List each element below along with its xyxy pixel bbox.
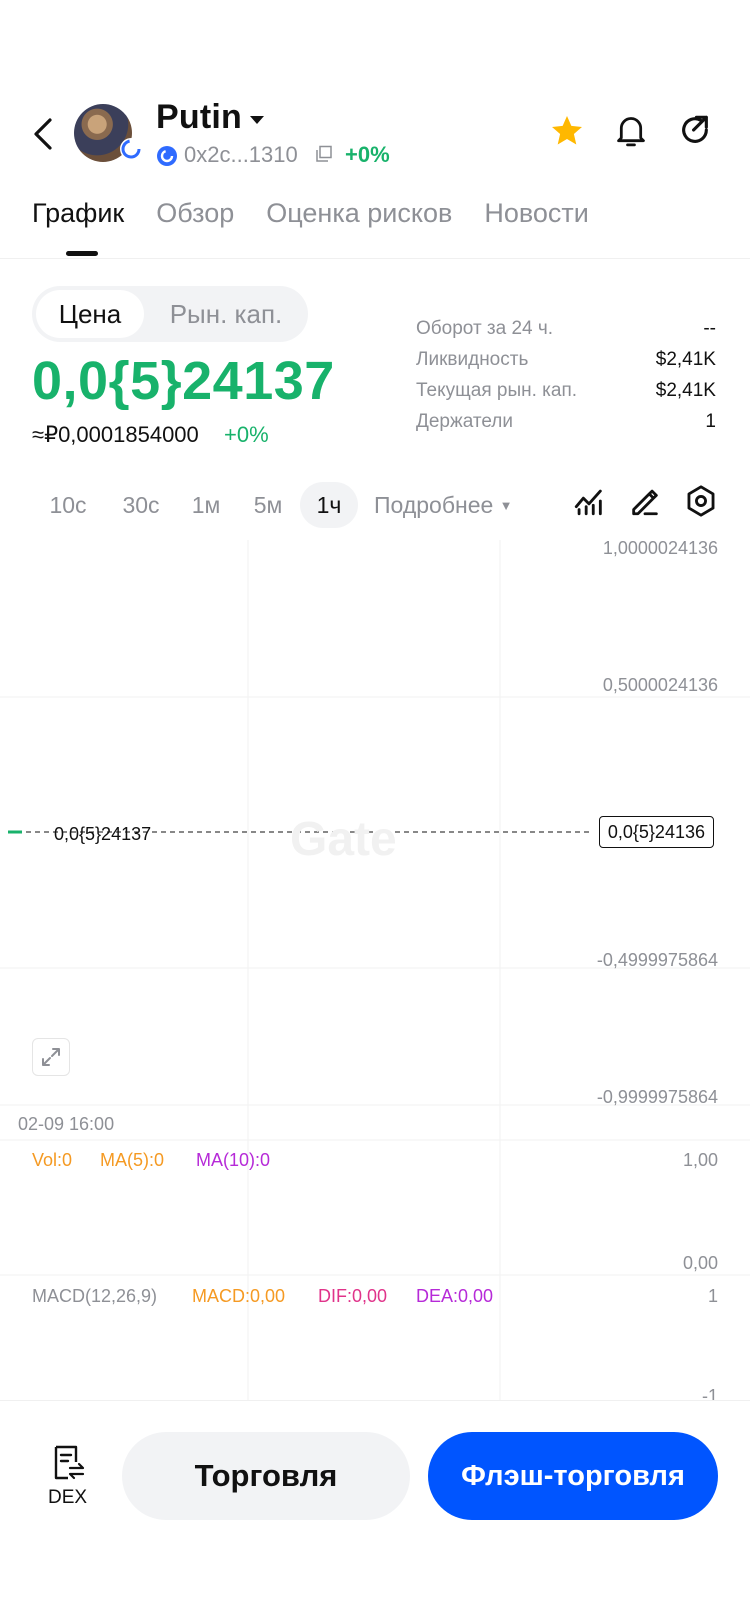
macd-name-label: MACD(12,26,9)	[32, 1286, 158, 1306]
y-axis-label: 0,5000024136	[602, 675, 718, 695]
vol-ma5-label: MA(5):0	[100, 1150, 165, 1170]
bell-icon[interactable]	[614, 113, 648, 149]
copy-icon[interactable]	[315, 145, 333, 163]
caret-down-icon: ▼	[499, 498, 513, 513]
toggle-mcap[interactable]: Рын. кап.	[148, 290, 304, 338]
current-price-line-label: 0,0{5}24137	[54, 824, 152, 844]
chain-icon	[157, 146, 177, 166]
indicator-icon[interactable]	[572, 484, 606, 518]
dif-label: DIF:0,00	[318, 1286, 388, 1306]
interval-1m[interactable]: 1м	[184, 482, 228, 528]
token-address: 0x2c...1310	[184, 142, 298, 167]
vol-label: Vol:0	[32, 1150, 73, 1170]
tab-chart[interactable]: График	[32, 198, 124, 229]
dex-label[interactable]: DEX	[48, 1487, 87, 1509]
draw-icon[interactable]	[628, 484, 662, 518]
interval-1h[interactable]: 1ч	[300, 482, 358, 528]
chain-badge-icon	[120, 138, 142, 160]
macd-axis-bottom: -1	[701, 1386, 718, 1400]
tab-risk[interactable]: Оценка рисков	[266, 198, 452, 229]
stat-value-liquidity: $2,41K	[655, 349, 716, 370]
interval-10s[interactable]: 10с	[40, 482, 96, 528]
trade-button[interactable]: Торговля	[122, 1432, 410, 1520]
y-axis-label: -0,4999975864	[596, 950, 718, 970]
vol-axis-bottom: 0,00	[682, 1253, 718, 1273]
y-axis-label: -0,9999975864	[596, 1087, 718, 1107]
interval-30s[interactable]: 30с	[110, 482, 172, 528]
divider	[0, 258, 750, 259]
dea-label: DEA:0,00	[416, 1286, 494, 1306]
flash-trade-button[interactable]: Флэш-торговля	[428, 1432, 718, 1520]
macd-axis-top: 1	[707, 1286, 718, 1306]
fiat-price: ≈₽0,0001854000	[32, 422, 199, 447]
tab-overview[interactable]: Обзор	[156, 198, 234, 229]
toggle-price[interactable]: Цена	[36, 290, 144, 338]
current-price: 0,0{5}24137	[32, 351, 335, 411]
stat-label-mcap: Текущая рын. кап.	[416, 380, 578, 401]
share-icon[interactable]	[678, 113, 712, 147]
stat-label-volume: Оборот за 24 ч.	[416, 318, 554, 339]
tab-bar: График Обзор Оценка рисков Новости	[32, 198, 589, 229]
x-axis-date: 02-09 16:00	[18, 1114, 115, 1134]
watermark: Gate	[290, 813, 397, 866]
expand-chart-button[interactable]	[32, 1038, 70, 1076]
macd-value-label: MACD:0,00	[192, 1286, 286, 1306]
expand-icon	[42, 1048, 60, 1066]
stat-value-holders: 1	[705, 411, 716, 432]
stat-label-liquidity: Ликвидность	[416, 349, 529, 370]
chevron-down-icon[interactable]	[249, 114, 265, 126]
divider	[0, 1400, 750, 1401]
star-icon[interactable]	[549, 113, 585, 149]
interval-5m[interactable]: 5м	[244, 482, 292, 528]
y-axis-label: 1,0000024136	[602, 538, 718, 558]
back-icon[interactable]	[26, 112, 62, 156]
vol-ma10-label: MA(10):0	[196, 1150, 271, 1170]
current-price-tag: 0,0{5}24136	[598, 816, 714, 848]
price-change: +0%	[224, 422, 269, 447]
tab-indicator	[66, 251, 98, 256]
stat-label-holders: Держатели	[416, 411, 513, 432]
tab-news[interactable]: Новости	[484, 198, 589, 229]
stat-value-mcap: $2,41K	[655, 380, 716, 401]
more-intervals-button[interactable]: Подробнее ▼	[374, 482, 513, 528]
vol-axis-top: 1,00	[682, 1150, 718, 1170]
address-change: +0%	[345, 142, 390, 167]
more-label: Подробнее	[374, 492, 494, 518]
token-title[interactable]: Putin	[156, 98, 242, 137]
settings-icon[interactable]	[684, 484, 718, 518]
dex-icon[interactable]	[52, 1444, 86, 1482]
stat-value-volume: --	[703, 318, 716, 339]
